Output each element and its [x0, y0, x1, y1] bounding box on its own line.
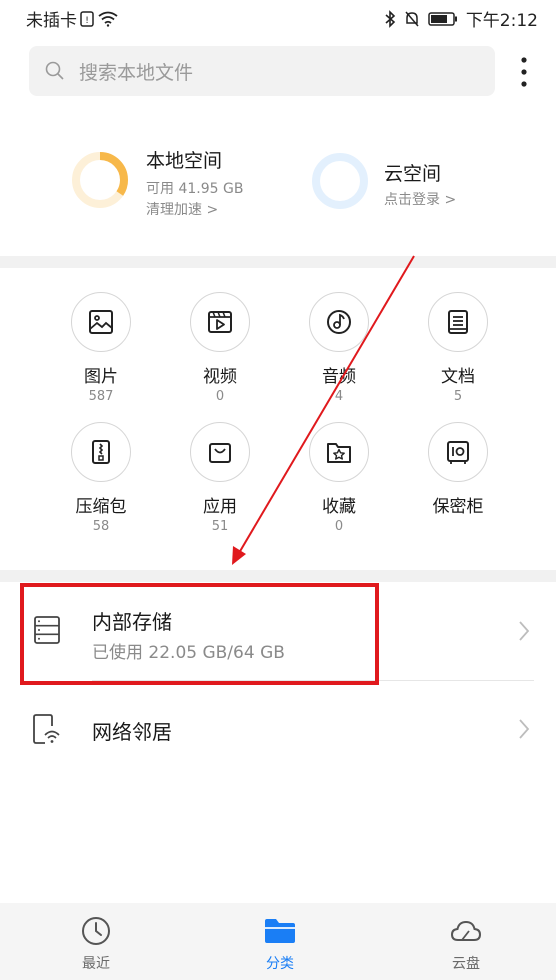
cloud-space-card[interactable]: 云空间 点击登录 > [308, 146, 508, 226]
category-icon-circle [309, 292, 369, 352]
cloud-space-title: 云空间 [384, 163, 442, 185]
nav-recent[interactable]: 最近 [36, 915, 156, 973]
favorite-folder-icon [327, 443, 351, 463]
arrow-head [232, 546, 246, 565]
category-safe[interactable]: 保密柜 [398, 422, 518, 519]
mute-bell-icon [405, 11, 419, 26]
network-neighborhood-row[interactable]: 网络邻居 [0, 681, 556, 777]
category-count: 0 [215, 389, 225, 404]
category-images[interactable]: 图片 587 [41, 292, 161, 404]
chevron-right-icon [519, 719, 530, 739]
status-left: 未插卡 ! [26, 6, 119, 31]
cloud-login-link[interactable]: 点击登录 > [384, 189, 456, 209]
local-space-title: 本地空间 [146, 150, 223, 172]
app-bag-icon [209, 443, 231, 463]
archive-icon [92, 440, 110, 464]
local-storage-ring [72, 152, 128, 208]
local-available-text: 可用 41.95 GB [146, 181, 244, 197]
category-name: 音频 [322, 367, 356, 387]
bottom-navigation: 最近 分类 云盘 [0, 903, 556, 980]
status-bar: 未插卡 ! 下午2:12 [0, 0, 556, 34]
carrier-text: 未插卡 [26, 11, 77, 31]
category-name: 图片 [84, 367, 118, 387]
clean-accelerate-link[interactable]: 清理加速 > [146, 199, 218, 219]
category-name: 文档 [441, 367, 475, 387]
category-name: 视频 [203, 367, 237, 387]
category-name: 应用 [203, 497, 237, 517]
category-icon-circle [428, 422, 488, 482]
category-apps[interactable]: 应用 51 [160, 422, 280, 534]
category-count: 4 [334, 389, 344, 404]
more-vertical-icon [521, 57, 527, 87]
internal-storage-row[interactable]: 内部存储 已使用 22.05 GB/64 GB [0, 582, 556, 680]
internal-storage-usage: 已使用 22.05 GB/64 GB [92, 643, 285, 663]
cloud-storage-ring [312, 153, 368, 209]
document-icon [448, 310, 468, 334]
search-icon [45, 61, 64, 80]
video-icon [208, 311, 232, 333]
nav-categories[interactable]: 分类 [220, 915, 340, 973]
wifi-icon [98, 11, 118, 27]
category-count: 5 [453, 389, 463, 404]
category-name: 压缩包 [75, 497, 127, 517]
category-icon-circle [190, 292, 250, 352]
category-audio[interactable]: 音频 4 [279, 292, 399, 404]
safe-icon [447, 441, 469, 464]
section-divider [0, 256, 556, 268]
category-favorites[interactable]: 收藏 0 [279, 422, 399, 534]
chevron-right-icon [519, 621, 530, 641]
nav-cloud-label: 云盘 [452, 956, 480, 972]
more-options-button[interactable] [512, 52, 536, 92]
search-input[interactable]: 搜索本地文件 [29, 46, 495, 96]
clock-icon [82, 917, 110, 945]
bluetooth-icon [385, 9, 395, 28]
network-neighborhood-icon [33, 714, 60, 744]
nav-categories-label: 分类 [266, 956, 294, 972]
category-count: 51 [211, 519, 229, 534]
category-documents[interactable]: 文档 5 [398, 292, 518, 404]
category-icon-circle [71, 292, 131, 352]
status-time: 下午2:12 [465, 11, 538, 31]
category-icon-circle [71, 422, 131, 482]
folder-icon [265, 919, 295, 943]
category-count: 587 [88, 389, 114, 404]
music-icon [327, 310, 351, 334]
category-icon-circle [190, 422, 250, 482]
search-placeholder: 搜索本地文件 [79, 61, 194, 84]
category-count: 58 [92, 519, 110, 534]
image-icon [89, 310, 113, 334]
network-neighborhood-title: 网络邻居 [92, 720, 172, 744]
category-icon-circle [309, 422, 369, 482]
battery-icon [428, 11, 457, 26]
status-right: 下午2:12 [384, 6, 538, 31]
storage-icon [34, 616, 60, 644]
category-count: 0 [334, 519, 344, 534]
category-name: 保密柜 [432, 497, 484, 517]
sim-icon: ! [80, 10, 94, 27]
section-divider [0, 570, 556, 582]
category-archives[interactable]: 压缩包 58 [41, 422, 161, 534]
internal-storage-title: 内部存储 [92, 610, 172, 634]
nav-cloud[interactable]: 云盘 [406, 915, 526, 973]
cloud-icon [450, 920, 482, 941]
category-videos[interactable]: 视频 0 [160, 292, 280, 404]
category-name: 收藏 [322, 497, 356, 517]
local-space-card[interactable]: 本地空间 可用 41.95 GB 清理加速 > [70, 146, 290, 226]
nav-recent-label: 最近 [82, 956, 110, 972]
svg-text:!: ! [85, 16, 89, 26]
category-icon-circle [428, 292, 488, 352]
